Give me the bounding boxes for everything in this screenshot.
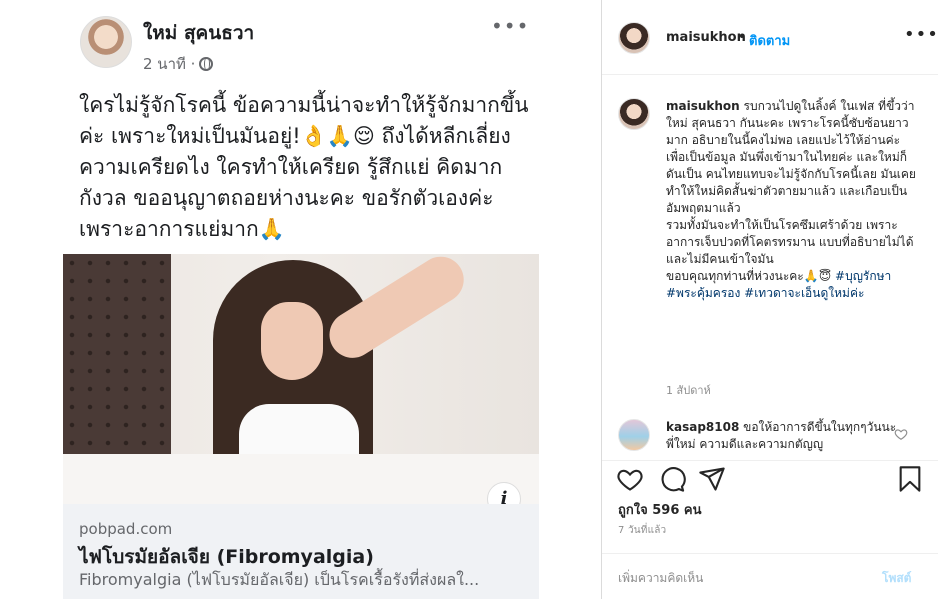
link-description: Fibromyalgia (ไฟโบรมัยอัลเจีย) เป็นโรคเร…: [79, 570, 480, 589]
post-header: maisukhon • ติดตาม •••: [602, 0, 938, 75]
post-comment-button[interactable]: โพสต์: [882, 569, 911, 588]
post-timestamp[interactable]: 7 วันที่แล้ว: [618, 523, 666, 538]
commenter-avatar[interactable]: [618, 419, 650, 451]
link-domain: pobpad.com: [79, 520, 173, 538]
globe-icon: [199, 57, 214, 71]
embedded-post-image: ใหม่ สุคนธวา 2 นาที · ••• ใครไม่รู้จักโร…: [0, 0, 601, 599]
more-options-icon[interactable]: •••: [904, 24, 938, 45]
facebook-post-meta: 2 นาที ·: [143, 52, 214, 76]
facebook-author-name: ใหม่ สุคนธวา: [143, 22, 255, 44]
caption-username[interactable]: maisukhon: [666, 99, 740, 113]
comment-text: kasap8108 ขอให้อาการดีขึ้นในทุกๆวันนะ พี…: [666, 419, 906, 453]
photo-person-face: [261, 302, 323, 380]
comment-input[interactable]: [618, 566, 858, 590]
link-preview: pobpad.com ไฟโบรมัยอัลเจีย (Fibromyalgia…: [63, 504, 539, 599]
likes-count[interactable]: ถูกใจ 596 คน: [618, 499, 701, 520]
bookmark-icon[interactable]: [896, 465, 924, 493]
caption-text: maisukhon รบกวนไปดูในลิ้งค์ ในเฟส ที่ขึ้…: [666, 98, 916, 302]
follow-button[interactable]: ติดตาม: [749, 30, 790, 51]
separator-dot: •: [738, 30, 746, 45]
instagram-panel: maisukhon • ติดตาม ••• maisukhon รบกวนไป…: [601, 0, 938, 599]
heart-icon[interactable]: [616, 465, 644, 493]
facebook-post-text: ใครไม่รู้จักโรคนี้ ข้อความนี้น่าจะทำให้ร…: [79, 93, 529, 241]
caption-timestamp: 1 สัปดาห์: [666, 384, 711, 397]
comments-section[interactable]: maisukhon รบกวนไปดูในลิ้งค์ ในเฟส ที่ขึ้…: [602, 76, 938, 460]
add-comment-bar: โพสต์: [602, 553, 938, 599]
caption-body: รบกวนไปดูในลิ้งค์ ในเฟส ที่ขึ้วว่า ใหม่ …: [666, 99, 916, 283]
facebook-author-avatar: [80, 16, 132, 68]
header-username[interactable]: maisukhon: [666, 30, 746, 45]
facebook-post-card: ใหม่ สุคนธวา 2 นาที · ••• ใครไม่รู้จักโร…: [63, 0, 539, 599]
comment-icon[interactable]: [658, 465, 686, 493]
more-options-icon: •••: [491, 14, 530, 38]
avatar[interactable]: [618, 22, 650, 54]
share-icon[interactable]: [698, 465, 726, 493]
facebook-post-time: 2 นาที ·: [143, 55, 196, 73]
action-bar: ถูกใจ 596 คน 7 วันที่แล้ว โพสต์: [602, 460, 938, 599]
facebook-post-photo: i: [63, 254, 539, 504]
photo-bed: [63, 454, 539, 504]
caption-avatar[interactable]: [618, 98, 650, 130]
comment-username[interactable]: kasap8108: [666, 420, 739, 434]
like-comment-heart-icon[interactable]: [894, 427, 908, 441]
